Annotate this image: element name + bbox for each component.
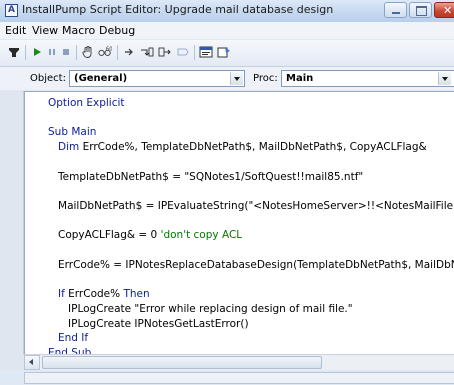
scroll-left-icon[interactable] [24, 355, 40, 370]
code-comment: 'don't copy ACL [160, 229, 243, 242]
close-icon: ✕ [443, 4, 453, 17]
code-line[interactable]: CopyACLFlag& = 0 'don't copy ACL [48, 229, 242, 241]
object-proc-bar: Object: (General) Proc: Main [0, 67, 454, 90]
maximize-button[interactable] [409, 2, 432, 18]
code-text: IPLogCreate "Error while replacing desig… [48, 302, 353, 315]
toolbar-separator [76, 45, 77, 60]
code-editor[interactable]: Option Explicit Sub Main Dim ErrCode%, Te… [24, 91, 454, 355]
code-keyword: Then [123, 288, 150, 301]
toolbar-separator [194, 45, 195, 60]
code-keyword: Option Explicit [48, 97, 125, 109]
code-line[interactable]: Dim ErrCode%, TemplateDbNetPath$, MailDb… [48, 141, 427, 153]
code-keyword: End If [58, 332, 89, 345]
object-value: (General) [74, 73, 128, 84]
chevron-down-icon[interactable] [438, 72, 451, 85]
step-over-icon[interactable] [122, 45, 136, 59]
chevron-down-icon[interactable] [230, 72, 243, 85]
object-label: Object: [30, 73, 66, 84]
code-area[interactable]: Option Explicit Sub Main Dim ErrCode%, Te… [25, 92, 454, 355]
code-line[interactable]: Sub Main [48, 126, 96, 138]
code-keyword: Sub Main [48, 126, 97, 139]
code-line[interactable]: MailDbNetPath$ = IPEvaluateString("<Note… [48, 200, 454, 212]
close-button[interactable]: ✕ [434, 2, 454, 18]
menu-bar: Edit View Macro Debug [0, 22, 454, 39]
toolbar-separator [117, 45, 118, 60]
toolbar-separator [25, 45, 26, 60]
code-text: IPLogCreate IPNotesGetLastError() [48, 317, 249, 330]
pause-icon[interactable] [45, 45, 59, 59]
app-icon: A [5, 4, 18, 17]
code-text: ErrCode%, TemplateDbNetPath$, MailDbNetP… [79, 141, 427, 154]
scroll-corner [0, 354, 24, 370]
code-keyword: If [58, 288, 65, 301]
hand-icon[interactable] [81, 45, 95, 59]
code-keyword: Dim [58, 141, 80, 154]
proc-value: Main [286, 73, 314, 84]
editor-gutter[interactable] [0, 91, 24, 354]
minimize-button[interactable] [384, 2, 407, 18]
object-dropdown[interactable]: (General) [69, 70, 245, 87]
code-line[interactable]: TemplateDbNetPath$ = "SQNotes1/SoftQuest… [48, 171, 363, 183]
code-text: TemplateDbNetPath$ = "SQNotes1/SoftQuest… [48, 170, 364, 183]
code-line[interactable]: End If [48, 332, 88, 344]
code-text: CopyACLFlag& = 0 [48, 229, 161, 242]
toolbar: 60 [0, 40, 454, 67]
menu-debug[interactable]: Debug [99, 24, 135, 37]
code-text: ErrCode% [64, 288, 124, 301]
code-text: MailDbNetPath$ = IPEvaluateString("<Note… [58, 199, 454, 212]
code-line[interactable]: ErrCode% = IPNotesReplaceDatabaseDesign(… [48, 259, 454, 271]
menu-view[interactable]: View [32, 24, 58, 37]
run-icon[interactable] [30, 45, 44, 59]
code-line[interactable]: If ErrCode% Then [48, 288, 150, 300]
step-into-icon[interactable] [140, 45, 154, 59]
proc-dropdown[interactable]: Main [281, 70, 454, 87]
horizontal-scrollbar[interactable] [24, 354, 454, 370]
status-panel [24, 372, 454, 384]
code-line[interactable]: Option Explicit [48, 97, 125, 109]
svg-text:60: 60 [106, 46, 112, 52]
watch-icon[interactable]: 60 [98, 45, 112, 59]
step-out-icon[interactable] [158, 45, 172, 59]
code-line[interactable]: IPLogCreate IPNotesGetLastError() [48, 318, 249, 330]
code-line[interactable]: IPLogCreate "Error while replacing desig… [48, 303, 353, 315]
properties-icon[interactable] [217, 45, 231, 59]
menu-macro[interactable]: Macro [62, 24, 95, 37]
title-bar[interactable]: A InstallPump Script Editor: Upgrade mai… [0, 0, 454, 23]
scrollbar-thumb[interactable] [42, 356, 322, 369]
breakpoint-icon[interactable] [176, 45, 190, 59]
stop-icon[interactable] [59, 45, 73, 59]
proc-label: Proc: [253, 73, 278, 84]
code-text: ErrCode% = IPNotesReplaceDatabaseDesign(… [58, 258, 454, 271]
window-icon[interactable] [199, 45, 213, 59]
script-editor-window: A InstallPump Script Editor: Upgrade mai… [0, 0, 454, 385]
menu-edit[interactable]: Edit [5, 24, 26, 37]
minimize-icon [392, 12, 400, 14]
module-icon[interactable] [7, 45, 21, 59]
maximize-icon [416, 6, 427, 16]
window-title: InstallPump Script Editor: Upgrade mail … [22, 3, 334, 16]
